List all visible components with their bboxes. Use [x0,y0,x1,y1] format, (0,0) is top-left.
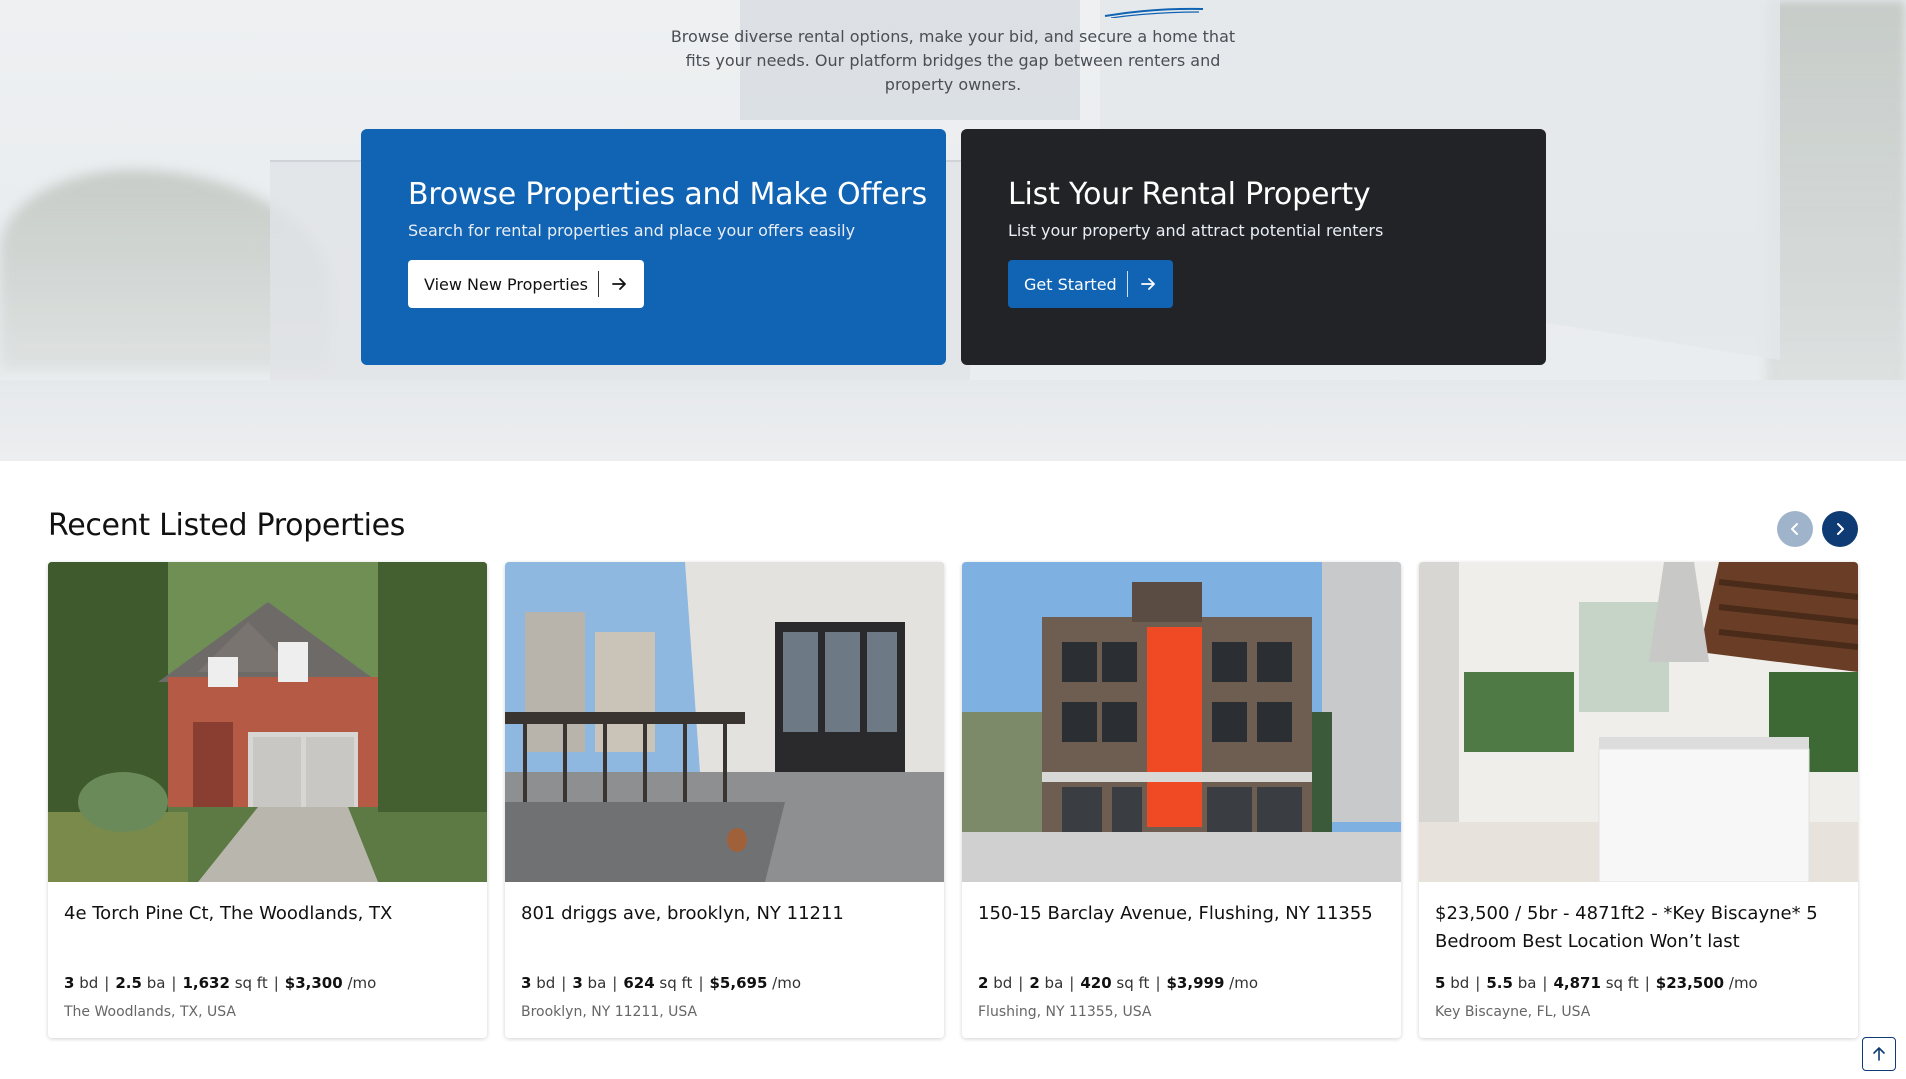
property-card[interactable]: 4e Torch Pine Ct, The Woodlands, TX 3 bd… [48,562,487,1038]
property-location: Brooklyn, NY 11211, USA [521,1004,698,1020]
carousel-next-button[interactable] [1822,511,1858,547]
arrow-up-icon [1873,1047,1885,1061]
list-rental-card: List Your Rental Property List your prop… [961,129,1546,365]
chevron-right-icon [1837,523,1844,535]
recent-listed-title: Recent Listed Properties [48,508,406,543]
get-started-button[interactable]: Get Started [1008,260,1173,308]
property-card[interactable]: 150-15 Barclay Avenue, Flushing, NY 1135… [962,562,1401,1038]
property-photo[interactable] [962,562,1401,882]
button-divider [1126,271,1128,297]
carousel-prev-button[interactable] [1777,511,1813,547]
property-location: Key Biscayne, FL, USA [1435,1004,1591,1020]
view-new-properties-label: View New Properties [424,274,588,294]
list-card-subtitle: List your property and attract potential… [1008,221,1384,240]
property-title[interactable]: 801 driggs ave, brooklyn, NY 11211 [521,900,928,956]
scroll-to-top-button[interactable] [1862,1037,1896,1071]
property-stats: 2 bd | 2 ba | 420 sq ft | $3,999 /mo [978,974,1259,992]
hero-section: Browse diverse rental options, make your… [0,0,1906,461]
property-card[interactable]: 801 driggs ave, brooklyn, NY 11211 3 bd |… [505,562,944,1038]
property-title[interactable]: 150-15 Barclay Avenue, Flushing, NY 1135… [978,900,1385,956]
property-stats: 5 bd | 5.5 ba | 4,871 sq ft | $23,500 /mo [1435,974,1758,992]
browse-properties-card: Browse Properties and Make Offers Search… [361,129,946,365]
view-new-properties-button[interactable]: View New Properties [408,260,644,308]
property-card[interactable]: $23,500 / 5br - 4871ft2 - *Key Biscayne*… [1419,562,1858,1038]
title-underline-swoosh [1104,7,1204,18]
property-stats: 3 bd | 3 ba | 624 sq ft | $5,695 /mo [521,974,802,992]
get-started-label: Get Started [1024,274,1117,294]
chevron-left-icon [1791,523,1798,535]
property-photo[interactable] [505,562,944,882]
browse-card-title: Browse Properties and Make Offers [408,177,928,212]
arrow-right-icon [1140,278,1155,290]
property-photo[interactable] [48,562,487,882]
button-divider [597,271,599,297]
property-location: Flushing, NY 11355, USA [978,1004,1152,1020]
property-photo[interactable] [1419,562,1858,882]
list-card-title: List Your Rental Property [1008,177,1371,212]
hero-description: Browse diverse rental options, make your… [670,27,1236,94]
property-stats: 3 bd | 2.5 ba | 1,632 sq ft | $3,300 /mo [64,974,377,992]
property-title[interactable]: 4e Torch Pine Ct, The Woodlands, TX [64,900,471,956]
arrow-right-icon [612,278,626,290]
property-title[interactable]: $23,500 / 5br - 4871ft2 - *Key Biscayne*… [1435,900,1842,956]
browse-card-subtitle: Search for rental properties and place y… [408,221,856,240]
property-location: The Woodlands, TX, USA [64,1004,236,1020]
